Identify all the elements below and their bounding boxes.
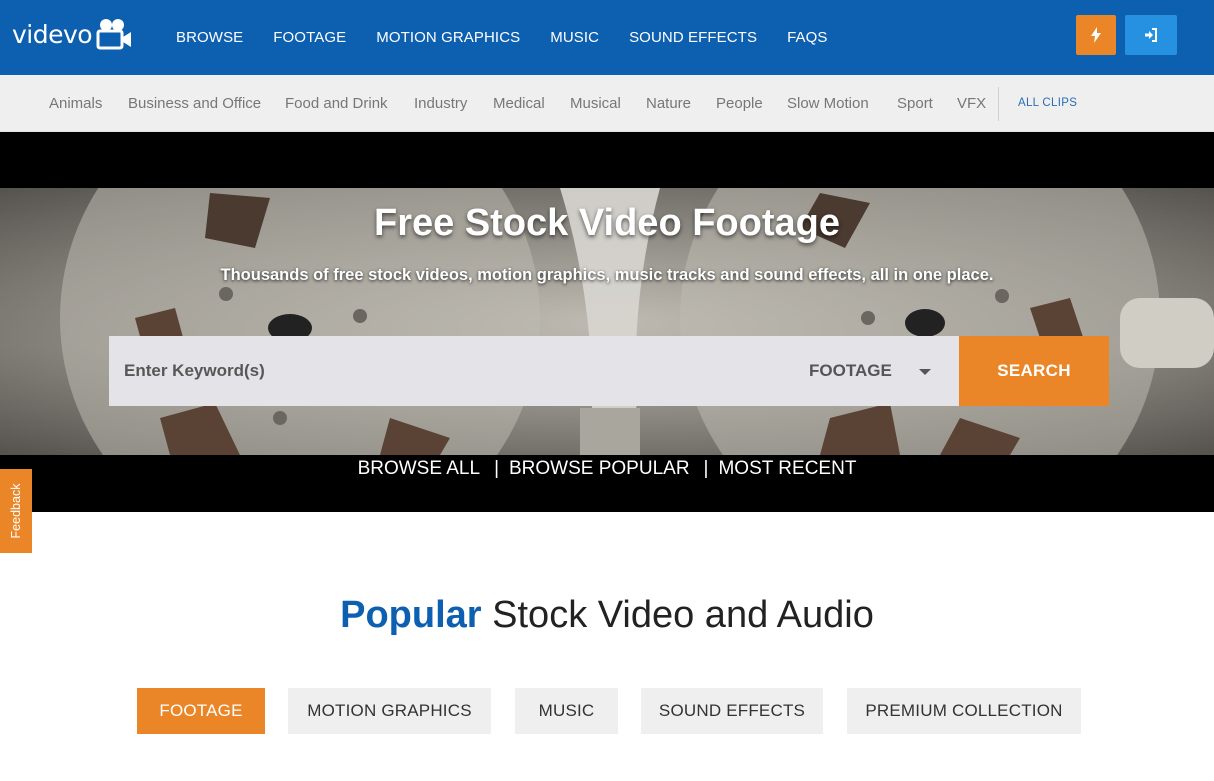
tab-sound-effects[interactable]: SOUND EFFECTS bbox=[641, 688, 823, 734]
caret-down-icon bbox=[919, 369, 931, 375]
category-animals[interactable]: Animals bbox=[49, 75, 102, 132]
nav-browse[interactable]: BROWSE bbox=[176, 29, 243, 46]
tab-motion-graphics[interactable]: MOTION GRAPHICS bbox=[288, 688, 491, 734]
category-food-and-drink[interactable]: Food and Drink bbox=[285, 75, 388, 132]
popular-heading-accent: Popular bbox=[340, 594, 482, 636]
category-musical[interactable]: Musical bbox=[570, 75, 621, 132]
category-vfx[interactable]: VFX bbox=[957, 75, 986, 132]
sign-in-icon bbox=[1145, 28, 1157, 42]
tab-footage[interactable]: FOOTAGE bbox=[137, 688, 265, 734]
separator: | bbox=[494, 458, 499, 479]
category-medical[interactable]: Medical bbox=[493, 75, 545, 132]
browse-all-link[interactable]: BROWSE ALL bbox=[358, 458, 481, 479]
search-box: FOOTAGE bbox=[109, 336, 959, 406]
category-nature[interactable]: Nature bbox=[646, 75, 691, 132]
search-button[interactable]: SEARCH bbox=[959, 336, 1109, 406]
videvo-logo[interactable]: videvo bbox=[12, 14, 132, 54]
feedback-label: Feedback bbox=[9, 483, 23, 539]
most-recent-link[interactable]: MOST RECENT bbox=[718, 458, 856, 479]
top-navigation-bar: videvo BROWSE FOOTAGE MOTION GRAPHICS MU… bbox=[0, 0, 1214, 75]
popular-heading: Popular Stock Video and Audio bbox=[0, 594, 1214, 637]
login-button[interactable] bbox=[1125, 15, 1177, 55]
search-input[interactable] bbox=[109, 336, 789, 406]
category-bar: Animals Business and Office Food and Dri… bbox=[0, 75, 1214, 132]
popular-heading-rest: Stock Video and Audio bbox=[492, 594, 874, 636]
all-clips-link[interactable]: ALL CLIPS bbox=[1018, 97, 1077, 109]
category-business-and-office[interactable]: Business and Office bbox=[128, 75, 261, 132]
media-type-selected: FOOTAGE bbox=[809, 361, 892, 380]
category-industry[interactable]: Industry bbox=[414, 75, 467, 132]
browse-popular-link[interactable]: BROWSE POPULAR bbox=[509, 458, 690, 479]
nav-footage[interactable]: FOOTAGE bbox=[273, 29, 346, 46]
category-sport[interactable]: Sport bbox=[897, 75, 933, 132]
hero-subtitle: Thousands of free stock videos, motion g… bbox=[220, 266, 994, 284]
tab-music[interactable]: MUSIC bbox=[515, 688, 618, 734]
nav-sound-effects[interactable]: SOUND EFFECTS bbox=[629, 29, 757, 46]
category-divider bbox=[998, 87, 999, 121]
separator: | bbox=[703, 458, 709, 479]
tab-premium-collection[interactable]: PREMIUM COLLECTION bbox=[847, 688, 1081, 734]
category-people[interactable]: People bbox=[716, 75, 763, 132]
browse-links: BROWSE ALL | BROWSE POPULAR | MOST RECENT bbox=[0, 458, 1214, 480]
feedback-tab[interactable]: Feedback bbox=[0, 469, 32, 553]
media-type-select[interactable]: FOOTAGE bbox=[809, 336, 949, 406]
nav-faqs[interactable]: FAQS bbox=[787, 29, 827, 46]
nav-music[interactable]: MUSIC bbox=[550, 29, 599, 46]
main-nav: BROWSE FOOTAGE MOTION GRAPHICS MUSIC SOU… bbox=[176, 0, 857, 75]
hero-title: Free Stock Video Footage bbox=[374, 202, 840, 244]
logo-text: videvo bbox=[12, 19, 93, 49]
nav-motion-graphics[interactable]: MOTION GRAPHICS bbox=[376, 29, 520, 46]
lightning-icon bbox=[1091, 27, 1101, 43]
premium-button[interactable] bbox=[1076, 15, 1116, 55]
category-slow-motion[interactable]: Slow Motion bbox=[787, 75, 869, 132]
video-camera-icon bbox=[96, 19, 132, 50]
